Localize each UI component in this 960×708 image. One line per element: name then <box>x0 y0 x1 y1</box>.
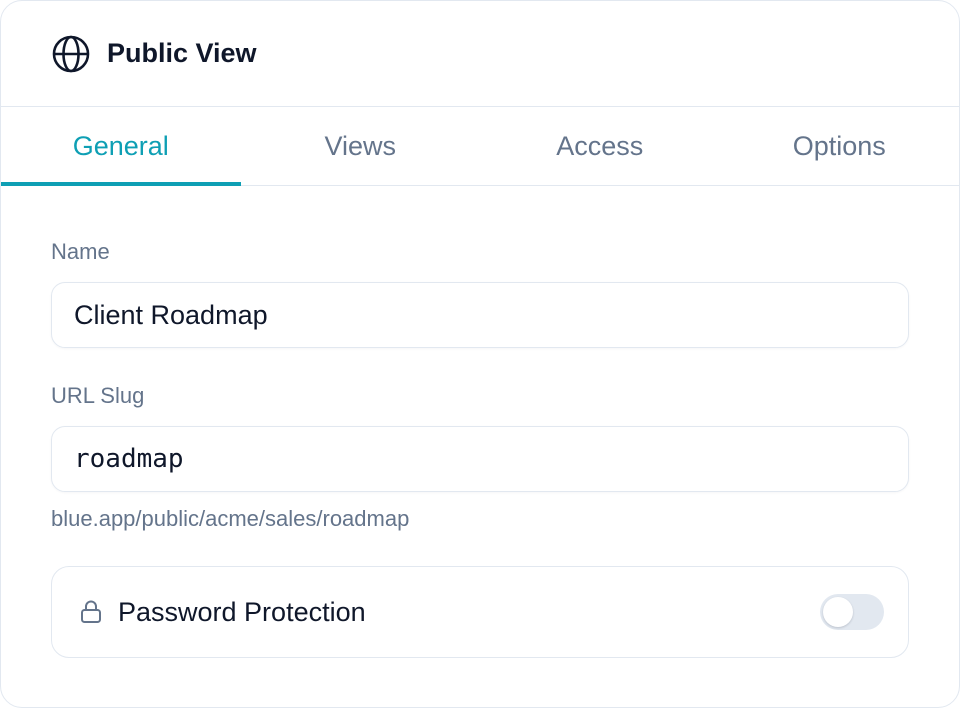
general-form: Name Client Roadmap URL Slug roadmap blu… <box>1 238 959 658</box>
url-slug-label: URL Slug <box>51 383 145 408</box>
name-label: Name <box>51 239 110 264</box>
tab-options[interactable]: Options <box>720 107 960 185</box>
tab-access[interactable]: Access <box>480 107 720 185</box>
panel-header: Public View <box>1 1 959 107</box>
panel-title: Public View <box>107 38 257 68</box>
tab-views[interactable]: Views <box>241 107 481 185</box>
toggle-knob <box>823 597 853 627</box>
globe-icon <box>52 35 90 72</box>
public-view-panel: Public View General Views Access Options… <box>0 0 960 708</box>
name-input[interactable]: Client Roadmap <box>51 282 909 348</box>
tab-bar: General Views Access Options <box>1 107 959 186</box>
url-slug-input[interactable]: roadmap <box>51 426 909 492</box>
lock-icon <box>81 600 101 623</box>
password-protection-toggle[interactable] <box>820 594 884 630</box>
url-preview-hint: blue.app/public/acme/sales/roadmap <box>51 506 410 531</box>
password-protection-label: Password Protection <box>118 596 366 627</box>
tab-general[interactable]: General <box>1 107 241 186</box>
password-protection-row: Password Protection <box>51 566 909 658</box>
